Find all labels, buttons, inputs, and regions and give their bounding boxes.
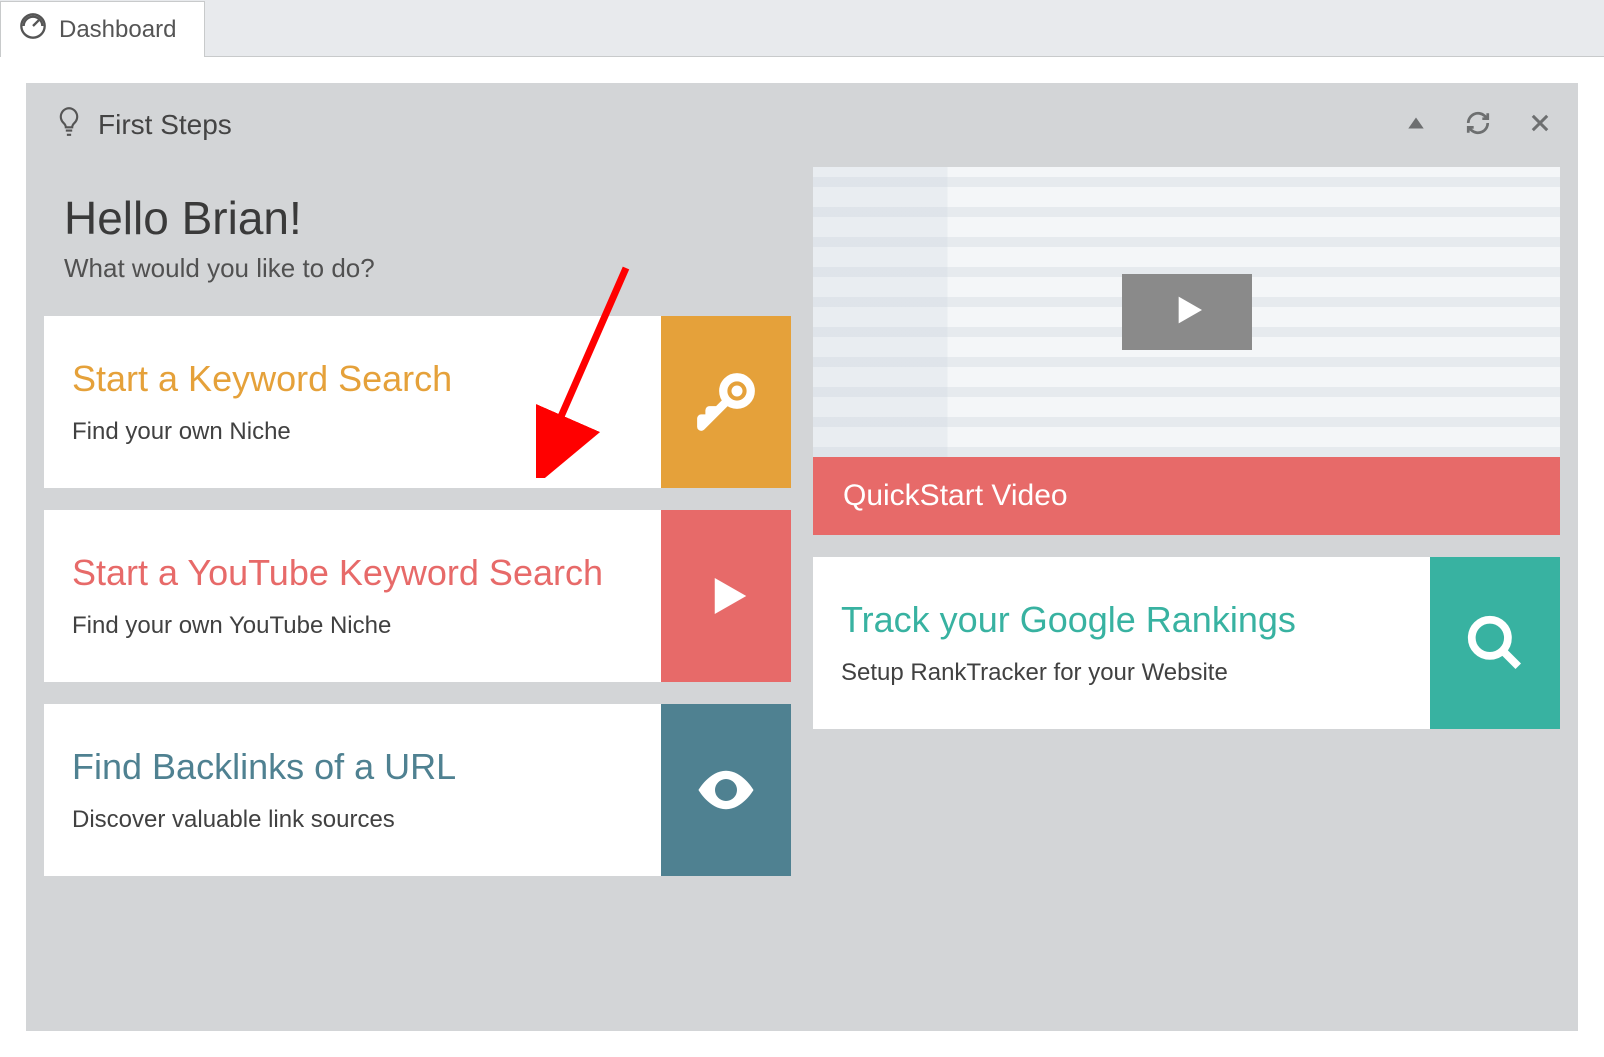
lightbulb-icon (56, 105, 82, 146)
play-icon (661, 510, 791, 682)
refresh-button[interactable] (1450, 101, 1506, 149)
panel-title: First Steps (56, 105, 232, 146)
panel-body: Hello Brian! What would you like to do? … (26, 167, 1578, 1031)
card-title: Track your Google Rankings (841, 599, 1402, 641)
eye-icon (661, 704, 791, 876)
card-backlinks[interactable]: Find Backlinks of a URL Discover valuabl… (44, 704, 791, 876)
close-icon (1528, 111, 1552, 140)
tab-label: Dashboard (59, 16, 176, 44)
refresh-icon (1465, 110, 1491, 141)
card-sub: Find your own Niche (72, 418, 633, 446)
card-sub: Setup RankTracker for your Website (841, 659, 1402, 687)
play-icon (1167, 290, 1207, 335)
search-icon (1430, 557, 1560, 729)
card-title: Start a YouTube Keyword Search (72, 552, 633, 594)
card-text: Start a YouTube Keyword Search Find your… (44, 510, 661, 682)
video-label: QuickStart Video (813, 457, 1560, 535)
card-youtube-search[interactable]: Start a YouTube Keyword Search Find your… (44, 510, 791, 682)
panel-header: First Steps (26, 83, 1578, 167)
quickstart-video[interactable]: QuickStart Video (813, 167, 1560, 535)
card-title: Start a Keyword Search (72, 358, 633, 400)
panel-title-text: First Steps (98, 109, 232, 141)
collapse-button[interactable] (1388, 101, 1444, 149)
greeting: Hello Brian! What would you like to do? (44, 167, 791, 294)
first-steps-panel: First Steps (26, 83, 1578, 1031)
card-text: Track your Google Rankings Setup RankTra… (813, 557, 1430, 729)
card-text: Start a Keyword Search Find your own Nic… (44, 316, 661, 488)
triangle-up-icon (1405, 112, 1427, 139)
panel-actions (1388, 101, 1568, 149)
tab-bar: Dashboard (0, 0, 1604, 57)
key-icon (661, 316, 791, 488)
card-keyword-search[interactable]: Start a Keyword Search Find your own Nic… (44, 316, 791, 488)
left-column: Hello Brian! What would you like to do? … (44, 167, 791, 1009)
video-thumbnail (813, 167, 1560, 457)
card-text: Find Backlinks of a URL Discover valuabl… (44, 704, 661, 876)
right-column: QuickStart Video Track your Google Ranki… (813, 167, 1560, 1009)
tab-dashboard[interactable]: Dashboard (0, 1, 205, 57)
greeting-sub: What would you like to do? (64, 253, 771, 284)
greeting-headline: Hello Brian! (64, 191, 771, 245)
card-rank-tracker[interactable]: Track your Google Rankings Setup RankTra… (813, 557, 1560, 729)
video-play-overlay (1122, 274, 1252, 350)
close-button[interactable] (1512, 101, 1568, 149)
card-sub: Find your own YouTube Niche (72, 612, 633, 640)
card-sub: Discover valuable link sources (72, 806, 633, 834)
gauge-icon (19, 12, 47, 47)
workspace: First Steps (0, 57, 1604, 1057)
card-title: Find Backlinks of a URL (72, 746, 633, 788)
